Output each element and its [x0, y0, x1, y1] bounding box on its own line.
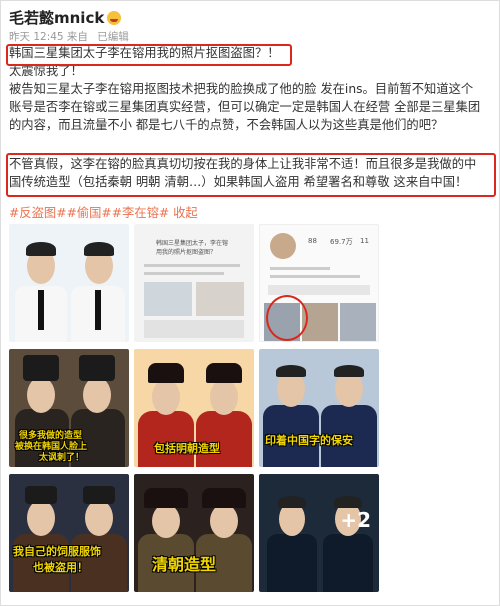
image-profile-screenshot[interactable]: 88 69.7万 11 [259, 224, 379, 342]
image-costume-own[interactable]: 我自己的饲服服饰 也被盗用！ [9, 474, 129, 592]
smile-emoji-icon [107, 10, 122, 25]
author-header: 毛若懿mnick [9, 7, 122, 28]
image-costume-1[interactable]: 很多我做的造型 被换在韩国人脸上 太讽刺了！ [9, 349, 129, 467]
overlay-caption: 也被盗用！ [33, 561, 88, 574]
image-security-guard[interactable]: 印着中国字的保安 [259, 349, 379, 467]
image-pilot-photo-1[interactable] [9, 224, 129, 342]
post-time: 昨天 12:45 来自 [9, 31, 88, 43]
hashtag-link[interactable]: #偷国# [67, 206, 112, 220]
profile-stat: 69.7万 [330, 238, 353, 246]
post-meta: 昨天 12:45 来自 已编辑 [9, 29, 129, 44]
profile-stat: 88 [308, 237, 317, 245]
image-screenshot-doc[interactable]: 韩国三星集团太子，李在镕 用我的照片抠图盗图？ [134, 224, 254, 342]
edited-label[interactable]: 已编辑 [97, 31, 129, 43]
post-line: 的内容，而且流量不小 都是七八千的点赞，不会韩国人以为这些真是他们的吧？ [9, 118, 444, 132]
overlay-caption: 清朝造型 [152, 555, 217, 574]
post-line: 被告知三星太子李在镕用抠图技术把我的脸换成了他的脸 发在ins。目前暂不知道这个 [9, 82, 474, 96]
collapse-link[interactable]: 收起 [169, 206, 198, 220]
overlay-caption: 我自己的饲服服饰 [13, 545, 101, 558]
overlay-caption: 太讽刺了！ [39, 453, 85, 463]
profile-stat: 11 [360, 237, 369, 245]
hashtags: #反盗图##偷国##李在镕# 收起 [9, 203, 198, 221]
image-grid: 韩国三星集团太子，李在镕 用我的照片抠图盗图？ 88 69.7万 11 很多我做… [9, 224, 379, 597]
overlay-caption: 包括明朝造型 [154, 442, 220, 455]
image-costume-ming[interactable]: 包括明朝造型 [134, 349, 254, 467]
overlay-caption: 很多我做的造型 [19, 431, 83, 441]
highlight-box-statement [6, 153, 496, 197]
doc-line: 用我的照片抠图盗图？ [156, 249, 217, 256]
overlay-caption: 印着中国字的保安 [265, 434, 353, 447]
post-line: 账号是否李在镕或三星集团真实经营，但可以确定一定是韩国人在经营 全部是三星集团 [9, 100, 481, 114]
author-name[interactable]: 毛若懿mnick [9, 7, 104, 28]
weibo-post: 毛若懿mnick 昨天 12:45 来自 已编辑 韩国三星集团太子李在镕用我的照… [0, 0, 500, 606]
hashtag-link[interactable]: #反盗图# [9, 206, 67, 220]
hashtag-link[interactable]: #李在镕# [112, 206, 170, 220]
highlight-box-title [6, 44, 292, 66]
more-images-count[interactable]: +2 [340, 508, 371, 532]
doc-line: 韩国三星集团太子，李在镕 [156, 240, 229, 247]
image-costume-qing[interactable]: 清朝造型 [134, 474, 254, 592]
image-pilot-cockpit[interactable]: +2 [259, 474, 379, 592]
overlay-caption: 被换在韩国人脸上 [15, 442, 88, 452]
